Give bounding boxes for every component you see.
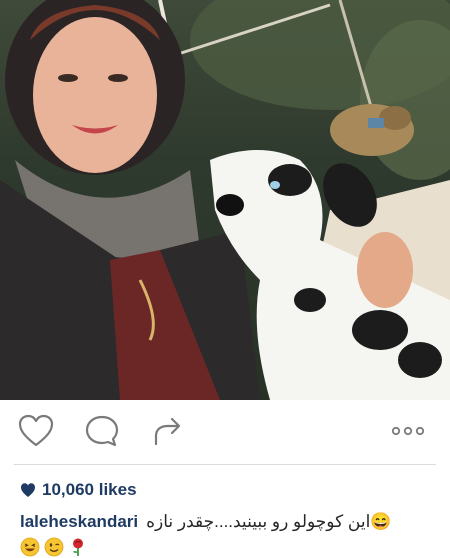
post-photo[interactable] — [0, 0, 450, 400]
comment-button[interactable] — [84, 414, 120, 448]
heart-outline-icon — [18, 414, 54, 447]
caption-username[interactable]: laleheskandari — [20, 512, 138, 532]
likes-count[interactable]: 10,060 likes — [20, 478, 137, 502]
comment-bubble-icon — [85, 415, 119, 447]
post-caption: laleheskandari 😄این کوچولو رو ببینید....… — [20, 510, 432, 534]
actions-divider — [14, 464, 436, 465]
caption-text: 😄این کوچولو رو ببینید....چقدر نازه — [146, 512, 392, 531]
likes-count-text: 10,060 likes — [42, 480, 137, 499]
caption-emoji-row — [20, 536, 88, 558]
share-button[interactable] — [150, 414, 186, 448]
grinning-squint-emoji — [20, 537, 40, 557]
winking-emoji — [44, 537, 64, 557]
heart-filled-icon — [21, 483, 35, 497]
photo-illustration — [0, 0, 450, 400]
post-actions-bar — [0, 400, 450, 462]
rose-emoji — [73, 538, 83, 556]
like-button[interactable] — [18, 414, 54, 448]
more-options-button[interactable] — [388, 414, 428, 448]
share-arrow-icon — [154, 417, 181, 446]
more-dots-icon — [391, 426, 425, 436]
